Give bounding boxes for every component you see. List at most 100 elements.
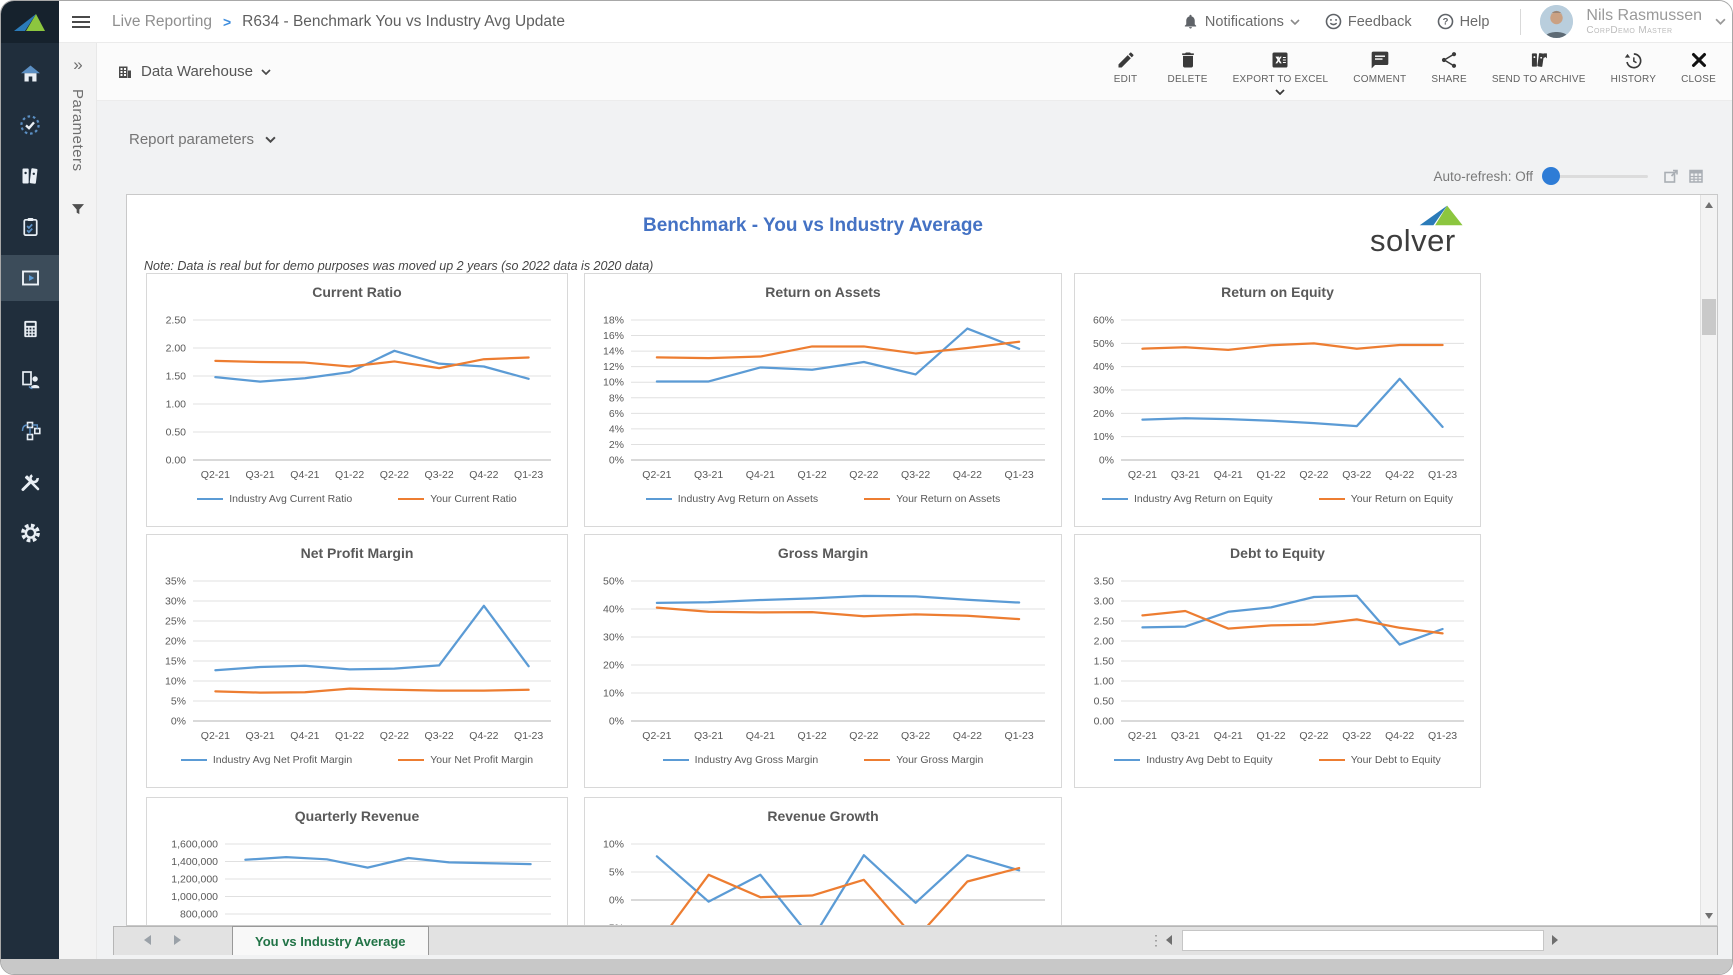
horizontal-scrollbar-track[interactable] xyxy=(1182,930,1544,951)
sidebar-item-process-flow[interactable] xyxy=(1,416,59,446)
legend-item: Your Current Ratio xyxy=(398,493,517,505)
close-label: CLOSE xyxy=(1681,74,1716,85)
vertical-scrollbar-thumb[interactable] xyxy=(1702,299,1716,335)
chart-debt-to-equity: Debt to Equity 3.503.002.502.001.501.000… xyxy=(1074,534,1481,788)
svg-text:0%: 0% xyxy=(609,455,624,467)
edit-button[interactable]: EDIT xyxy=(1109,50,1143,85)
sidebar-item-budgeting[interactable] xyxy=(1,314,59,344)
breadcrumb-report-title: R634 - Benchmark You vs Industry Avg Upd… xyxy=(242,13,565,31)
svg-text:1,200,000: 1,200,000 xyxy=(171,874,218,886)
svg-text:Q3-22: Q3-22 xyxy=(425,730,454,742)
breadcrumb-section[interactable]: Live Reporting xyxy=(112,13,212,31)
sheet-nav-prev-icon[interactable] xyxy=(144,935,151,945)
calculator-icon xyxy=(19,317,42,341)
home-icon xyxy=(18,62,43,86)
share-button[interactable]: SHARE xyxy=(1431,50,1466,85)
auto-refresh-slider-knob[interactable] xyxy=(1542,167,1560,185)
feedback-label: Feedback xyxy=(1348,14,1412,30)
chart-svg: 2.502.001.501.000.500.00Q2-21Q3-21Q4-21Q… xyxy=(147,274,567,526)
archive-icon xyxy=(1529,50,1549,70)
vertical-scrollbar[interactable] xyxy=(1700,195,1717,925)
legend-label: Your Current Ratio xyxy=(430,493,517,505)
send-to-archive-label: SEND TO ARCHIVE xyxy=(1492,74,1586,85)
user-menu[interactable]: Nils Rasmussen CorpDemo Master xyxy=(1586,7,1702,36)
expand-parameters-chevrons-icon[interactable]: » xyxy=(59,55,97,75)
svg-text:800,000: 800,000 xyxy=(180,909,218,921)
notifications-button[interactable]: Notifications xyxy=(1182,13,1300,30)
report-toolbar: Data Warehouse EDIT DELETE xyxy=(97,43,1732,101)
sidebar-item-user-documents[interactable] xyxy=(1,365,59,395)
sidebar-item-tasks[interactable] xyxy=(1,110,59,140)
chart-title: Current Ratio xyxy=(147,284,567,300)
svg-text:30%: 30% xyxy=(165,596,186,608)
legend-item: Your Return on Assets xyxy=(864,493,1000,505)
hscroll-right-arrow-icon[interactable] xyxy=(1552,935,1558,945)
send-to-archive-button[interactable]: SEND TO ARCHIVE xyxy=(1492,50,1586,85)
user-name: Nils Rasmussen xyxy=(1586,7,1702,25)
svg-text:Q4-21: Q4-21 xyxy=(746,469,775,481)
sidebar-item-settings[interactable] xyxy=(1,518,59,548)
auto-refresh-label: Auto-refresh: Off xyxy=(1433,169,1533,184)
open-in-new-icon[interactable] xyxy=(1663,168,1679,184)
feedback-button[interactable]: Feedback xyxy=(1325,13,1412,30)
sidebar-item-report-viewer[interactable] xyxy=(1,255,59,301)
help-button[interactable]: ? Help xyxy=(1437,13,1490,30)
sheet-tab-bar: You vs Industry Average ⋮ xyxy=(113,926,1718,955)
sheet-tab-active[interactable]: You vs Industry Average xyxy=(232,926,429,955)
scroll-down-arrow-icon[interactable] xyxy=(1701,907,1717,924)
hamburger-menu-icon[interactable] xyxy=(72,13,90,31)
parameters-panel-collapsed: » Parameters xyxy=(59,43,97,959)
avatar[interactable] xyxy=(1540,5,1573,38)
svg-text:Q3-21: Q3-21 xyxy=(1171,730,1200,742)
comment-button[interactable]: COMMENT xyxy=(1353,50,1406,85)
legend-label: Industry Avg Gross Margin xyxy=(695,754,819,766)
chart-revenue-growth: Revenue Growth 10%5%0%-5%-10%-15%Q2-21Q3… xyxy=(584,797,1062,925)
delete-button[interactable]: DELETE xyxy=(1168,50,1208,85)
svg-text:Q2-22: Q2-22 xyxy=(849,730,878,742)
user-menu-chevron-icon[interactable] xyxy=(1715,18,1726,25)
legend-item: Industry Avg Net Profit Margin xyxy=(181,754,352,766)
legend-line-swatch xyxy=(864,498,890,501)
chart-return-on-equity: Return on Equity 60%50%40%30%20%10%0%Q2-… xyxy=(1074,273,1481,527)
tab-splitter-handle[interactable]: ⋮ xyxy=(1149,932,1163,949)
svg-text:0%: 0% xyxy=(1099,455,1114,467)
auto-refresh-slider[interactable] xyxy=(1548,175,1648,178)
report-note: Note: Data is real but for demo purposes… xyxy=(144,259,653,273)
report-parameters-toggle[interactable]: Report parameters xyxy=(129,131,276,148)
svg-text:Q4-22: Q4-22 xyxy=(469,730,498,742)
scroll-up-arrow-icon[interactable] xyxy=(1701,196,1717,213)
svg-text:1.00: 1.00 xyxy=(166,399,187,411)
filter-funnel-icon[interactable] xyxy=(70,201,86,218)
svg-text:20%: 20% xyxy=(165,636,186,648)
svg-text:Q4-21: Q4-21 xyxy=(290,730,319,742)
svg-text:Q2-21: Q2-21 xyxy=(642,730,671,742)
sidebar-item-tools[interactable] xyxy=(1,467,59,497)
svg-text:Q3-22: Q3-22 xyxy=(425,469,454,481)
svg-text:2.00: 2.00 xyxy=(1094,636,1115,648)
data-source-selector[interactable]: Data Warehouse xyxy=(117,43,271,100)
history-button[interactable]: HISTORY xyxy=(1611,50,1657,85)
svg-text:0.00: 0.00 xyxy=(1094,716,1115,728)
window-bottom-edge xyxy=(1,959,1732,974)
hscroll-left-arrow-icon[interactable] xyxy=(1166,935,1172,945)
svg-text:Q3-21: Q3-21 xyxy=(694,730,723,742)
chart-legend: Industry Avg Current RatioYour Current R… xyxy=(147,493,567,505)
svg-text:10%: 10% xyxy=(603,688,624,700)
sidebar-item-checklist[interactable] xyxy=(1,212,59,242)
export-to-excel-button[interactable]: EXPORT TO EXCEL xyxy=(1233,50,1329,95)
avatar-photo xyxy=(1540,5,1573,38)
top-header: Live Reporting > R634 - Benchmark You vs… xyxy=(59,1,1732,43)
sidebar-item-archive[interactable] xyxy=(1,161,59,191)
sidebar-item-home[interactable] xyxy=(1,59,59,89)
sheet-nav-next-icon[interactable] xyxy=(174,935,181,945)
close-button[interactable]: CLOSE xyxy=(1681,50,1716,85)
svg-text:1,000,000: 1,000,000 xyxy=(171,891,218,903)
svg-text:Q3-21: Q3-21 xyxy=(1171,469,1200,481)
svg-text:Q4-22: Q4-22 xyxy=(1385,469,1414,481)
chart-quarterly-revenue: Quarterly Revenue 1,600,0001,400,0001,20… xyxy=(146,797,568,925)
svg-text:10%: 10% xyxy=(603,839,624,851)
trash-icon xyxy=(1178,50,1198,70)
svg-text:10%: 10% xyxy=(603,377,624,389)
chart-title: Return on Assets xyxy=(585,284,1061,300)
grid-table-icon[interactable] xyxy=(1688,168,1704,184)
